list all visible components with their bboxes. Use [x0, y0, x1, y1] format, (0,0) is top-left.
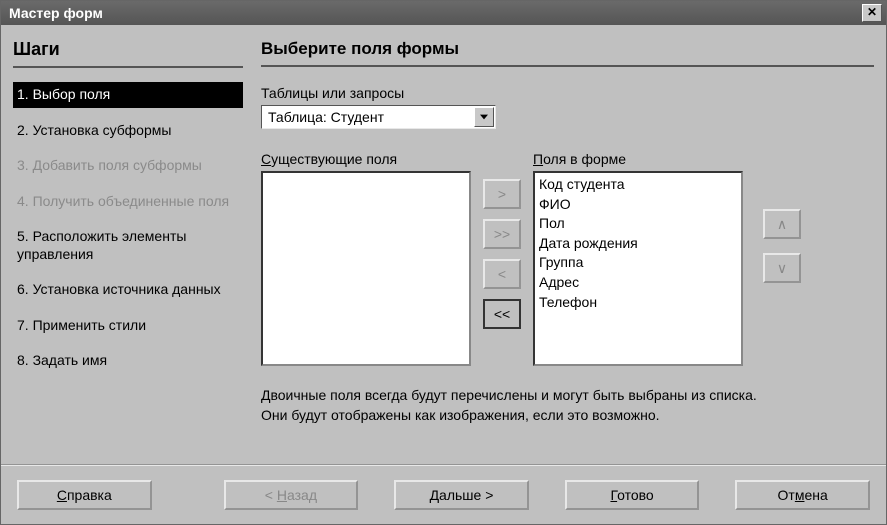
tables-selected-value: Таблица: Студент	[268, 109, 384, 125]
move-down-button[interactable]: ∨	[763, 253, 801, 283]
move-up-button[interactable]: ∧	[763, 209, 801, 239]
list-item[interactable]: Телефон	[539, 293, 737, 313]
existing-fields-label: Существующие поля	[261, 151, 471, 167]
form-fields-listbox[interactable]: Код студентаФИОПолДата рожденияГруппаАдр…	[533, 171, 743, 366]
list-item[interactable]: Группа	[539, 253, 737, 273]
add-field-button[interactable]: >	[483, 179, 521, 209]
form-fields-label: Поля в форме	[533, 151, 743, 167]
main-panel: Выберите поля формы Таблицы или запросы …	[261, 39, 874, 454]
dialog-body: Шаги 1. Выбор поля 2. Установка субформы 3…	[1, 25, 886, 464]
list-item[interactable]: Код студента	[539, 175, 737, 195]
footer-buttons: Справка < Назад Дальше > Готово Отмена	[1, 464, 886, 524]
step-2[interactable]: 2. Установка субформы	[13, 118, 243, 144]
hint-text: Двоичные поля всегда будут перечислены и…	[261, 386, 874, 425]
list-item[interactable]: Пол	[539, 214, 737, 234]
step-8[interactable]: 8. Задать имя	[13, 348, 243, 374]
help-button[interactable]: Справка	[17, 480, 152, 510]
steps-header: Шаги	[13, 39, 243, 68]
page-title: Выберите поля формы	[261, 39, 874, 67]
list-item[interactable]: Дата рождения	[539, 234, 737, 254]
existing-fields-listbox[interactable]	[261, 171, 471, 366]
dropdown-icon[interactable]	[474, 107, 494, 127]
transfer-buttons: > >> < <<	[483, 179, 521, 329]
step-6[interactable]: 6. Установка источника данных	[13, 277, 243, 303]
reorder-buttons: ∧ ∨	[763, 209, 801, 283]
remove-all-button[interactable]: <<	[483, 299, 521, 329]
step-7[interactable]: 7. Применить стили	[13, 313, 243, 339]
list-item[interactable]: ФИО	[539, 195, 737, 215]
titlebar: Мастер форм ✕	[1, 1, 886, 25]
remove-field-button[interactable]: <	[483, 259, 521, 289]
step-4: 4. Получить объединенные поля	[13, 189, 243, 215]
step-3: 3. Добавить поля субформы	[13, 153, 243, 179]
steps-sidebar: Шаги 1. Выбор поля 2. Установка субформы 3…	[13, 39, 243, 454]
next-button[interactable]: Дальше >	[394, 480, 529, 510]
tables-combobox[interactable]: Таблица: Студент	[261, 105, 496, 129]
step-5[interactable]: 5. Расположить элементы управления	[13, 224, 243, 267]
finish-button[interactable]: Готово	[565, 480, 700, 510]
list-item[interactable]: Адрес	[539, 273, 737, 293]
close-button[interactable]: ✕	[862, 4, 882, 22]
fields-area: Существующие поля > >> < << Поля в форме…	[261, 151, 874, 366]
cancel-button[interactable]: Отмена	[735, 480, 870, 510]
window-title: Мастер форм	[9, 5, 103, 21]
add-all-button[interactable]: >>	[483, 219, 521, 249]
tables-label: Таблицы или запросы	[261, 85, 874, 101]
step-1[interactable]: 1. Выбор поля	[13, 82, 243, 108]
wizard-window: Мастер форм ✕ Шаги 1. Выбор поля 2. Устан…	[0, 0, 887, 525]
back-button[interactable]: < Назад	[224, 480, 359, 510]
